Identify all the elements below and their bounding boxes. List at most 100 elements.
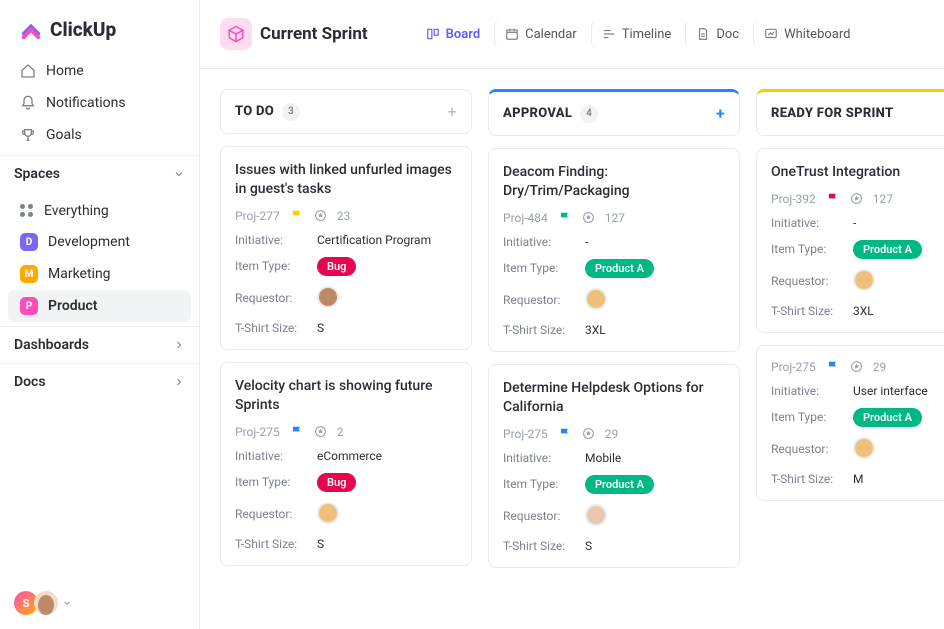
nav-notifications[interactable]: Notifications bbox=[8, 87, 191, 119]
tab-board-label: Board bbox=[446, 27, 480, 42]
space-badge: P bbox=[20, 297, 38, 315]
card-meta: Proj-275 29 bbox=[771, 360, 944, 374]
space-everything-label: Everything bbox=[44, 203, 109, 219]
label-requestor: Requestor: bbox=[503, 293, 585, 307]
card-title: Determine Helpdesk Options for Californi… bbox=[503, 379, 725, 417]
column-count: 4 bbox=[580, 105, 598, 123]
task-card[interactable]: Proj-275 29 Initiative:User interface It… bbox=[756, 345, 944, 501]
value-itemtype: Product A bbox=[853, 240, 922, 259]
project-id: Proj-275 bbox=[503, 427, 548, 441]
task-card[interactable]: Determine Helpdesk Options for Californi… bbox=[488, 364, 740, 568]
label-itemtype: Item Type: bbox=[503, 261, 585, 275]
spaces-header[interactable]: Spaces bbox=[0, 155, 199, 192]
column-count: 3 bbox=[282, 103, 300, 121]
value-initiative: - bbox=[585, 235, 588, 249]
chevron-down-icon bbox=[62, 598, 72, 608]
chevron-down-icon bbox=[173, 168, 185, 180]
tab-doc-label: Doc bbox=[716, 27, 739, 42]
flag-icon bbox=[290, 425, 304, 439]
value-initiative: User interface bbox=[853, 384, 928, 398]
task-card[interactable]: OneTrust Integration Proj-392 127 Initia… bbox=[756, 148, 944, 333]
label-requestor: Requestor: bbox=[771, 274, 853, 288]
label-size: T-Shirt Size: bbox=[503, 539, 585, 553]
value-requestor bbox=[585, 288, 607, 313]
score: 127 bbox=[605, 211, 625, 225]
flag-icon bbox=[558, 427, 572, 441]
value-size: S bbox=[585, 539, 592, 553]
space-label: Product bbox=[48, 298, 97, 314]
space-everything[interactable]: Everything bbox=[8, 196, 191, 226]
column-header[interactable]: TO DO 3 + bbox=[220, 89, 472, 134]
value-size: S bbox=[317, 321, 324, 335]
user-avatar-2[interactable] bbox=[34, 591, 58, 615]
flag-icon bbox=[826, 360, 840, 374]
value-itemtype: Product A bbox=[853, 408, 922, 427]
task-card[interactable]: Deacom Finding: Dry/Trim/Packaging Proj-… bbox=[488, 148, 740, 352]
value-size: M bbox=[853, 472, 863, 486]
clickup-logo-icon bbox=[20, 19, 42, 41]
requestor-avatar bbox=[317, 286, 339, 308]
value-requestor bbox=[317, 286, 339, 311]
label-size: T-Shirt Size: bbox=[235, 321, 317, 335]
space-badge: D bbox=[20, 233, 38, 251]
score: 29 bbox=[873, 360, 887, 374]
tab-doc[interactable]: Doc bbox=[685, 21, 749, 48]
label-requestor: Requestor: bbox=[235, 507, 317, 521]
board-icon bbox=[426, 27, 440, 41]
section-dashboards[interactable]: Dashboards bbox=[0, 326, 199, 363]
whiteboard-icon bbox=[764, 27, 778, 41]
cube-icon bbox=[227, 25, 245, 43]
tab-board[interactable]: Board bbox=[416, 21, 490, 48]
card-meta: Proj-484 127 bbox=[503, 211, 725, 225]
main: Current Sprint Board Calendar Timeline D… bbox=[200, 0, 944, 629]
value-requestor bbox=[317, 502, 339, 527]
spaces-header-label: Spaces bbox=[14, 166, 60, 182]
label-size: T-Shirt Size: bbox=[771, 472, 853, 486]
label-initiative: Initiative: bbox=[771, 384, 853, 398]
space-icon[interactable] bbox=[220, 18, 252, 50]
add-task-button[interactable]: + bbox=[716, 104, 725, 123]
tab-calendar[interactable]: Calendar bbox=[494, 21, 587, 48]
space-item-product[interactable]: P Product bbox=[8, 290, 191, 322]
flag-icon bbox=[826, 192, 840, 206]
score-icon bbox=[850, 192, 863, 205]
score: 2 bbox=[337, 425, 344, 439]
nav-goals[interactable]: Goals bbox=[8, 119, 191, 151]
nav-home[interactable]: Home bbox=[8, 55, 191, 87]
task-card[interactable]: Velocity chart is showing future Sprints… bbox=[220, 362, 472, 566]
score-icon bbox=[850, 360, 863, 373]
space-item-development[interactable]: D Development bbox=[8, 226, 191, 258]
logo[interactable]: ClickUp bbox=[0, 0, 199, 51]
add-task-button[interactable]: + bbox=[448, 102, 457, 121]
sidebar: ClickUp Home Notifications Goals Spaces bbox=[0, 0, 200, 629]
value-requestor bbox=[853, 269, 875, 294]
project-id: Proj-277 bbox=[235, 209, 280, 223]
section-docs[interactable]: Docs bbox=[0, 363, 199, 400]
tab-whiteboard[interactable]: Whiteboard bbox=[753, 21, 860, 48]
logo-text: ClickUp bbox=[50, 18, 116, 41]
column-header[interactable]: APPROVAL 4 + bbox=[488, 89, 740, 136]
value-itemtype: Product A bbox=[585, 475, 654, 494]
space-label: Marketing bbox=[48, 266, 111, 282]
value-itemtype: Bug bbox=[317, 473, 356, 492]
label-itemtype: Item Type: bbox=[771, 242, 853, 256]
label-requestor: Requestor: bbox=[235, 291, 317, 305]
home-icon bbox=[20, 63, 36, 79]
label-initiative: Initiative: bbox=[503, 451, 585, 465]
value-size: S bbox=[317, 537, 324, 551]
sidebar-footer[interactable]: S bbox=[0, 577, 199, 629]
card-title: Deacom Finding: Dry/Trim/Packaging bbox=[503, 163, 725, 201]
section-dashboards-label: Dashboards bbox=[14, 337, 89, 353]
card-meta: Proj-277 23 bbox=[235, 209, 457, 223]
header: Current Sprint Board Calendar Timeline D… bbox=[200, 0, 944, 69]
label-itemtype: Item Type: bbox=[235, 259, 317, 273]
score: 127 bbox=[873, 192, 893, 206]
tab-timeline[interactable]: Timeline bbox=[591, 21, 682, 48]
space-item-marketing[interactable]: M Marketing bbox=[8, 258, 191, 290]
column-header[interactable]: READY FOR SPRINT + bbox=[756, 89, 944, 136]
task-card[interactable]: Issues with linked unfurled images in gu… bbox=[220, 146, 472, 350]
score: 23 bbox=[337, 209, 351, 223]
score-icon bbox=[582, 427, 595, 440]
value-initiative: Certification Program bbox=[317, 233, 431, 247]
nav-notifications-label: Notifications bbox=[46, 95, 126, 111]
